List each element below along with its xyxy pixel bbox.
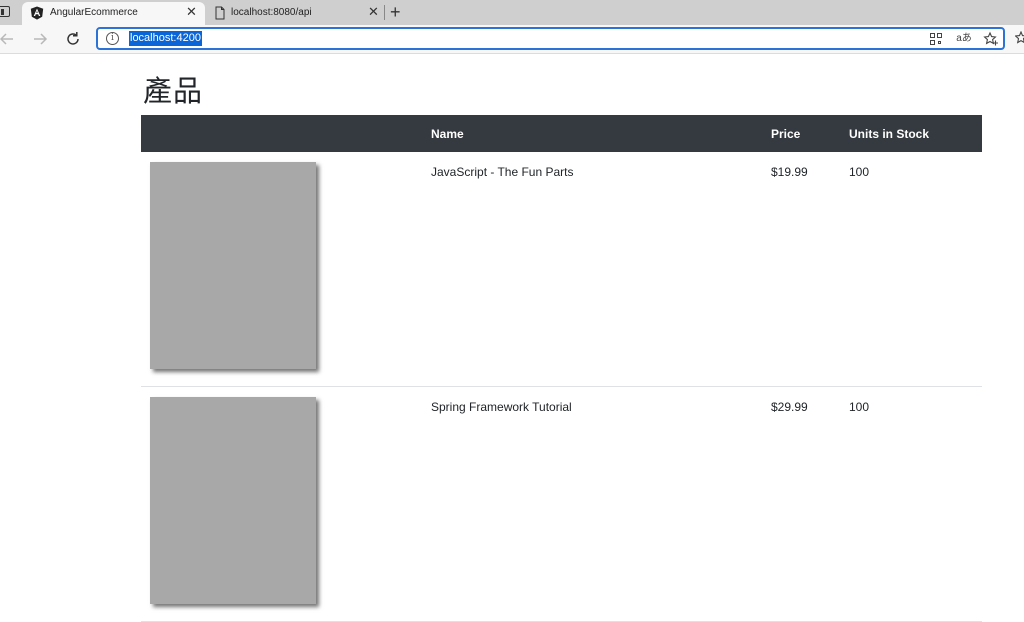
table-header: Name Price Units in Stock bbox=[141, 115, 982, 152]
qr-code-icon[interactable] bbox=[928, 31, 944, 47]
tab-angular-ecommerce[interactable]: AngularEcommerce ✕ bbox=[22, 2, 205, 25]
column-header-stock: Units in Stock bbox=[849, 127, 930, 141]
back-arrow-icon[interactable] bbox=[0, 29, 17, 49]
window-menu-icon[interactable] bbox=[0, 4, 16, 20]
tab-title: AngularEcommerce bbox=[50, 7, 138, 18]
angular-logo-icon bbox=[30, 6, 44, 20]
read-aloud-icon[interactable]: aあ bbox=[956, 31, 972, 47]
forward-arrow-icon[interactable] bbox=[30, 29, 50, 49]
reload-icon[interactable] bbox=[63, 29, 83, 49]
product-image bbox=[150, 397, 316, 604]
document-icon bbox=[215, 6, 225, 20]
tab-strip: AngularEcommerce ✕ localhost:8080/api ✕ … bbox=[0, 0, 1024, 25]
table-row: JavaScript - The Fun Parts $19.99 100 bbox=[141, 152, 982, 387]
tab-title: localhost:8080/api bbox=[231, 7, 312, 18]
site-info-icon[interactable]: i bbox=[106, 32, 119, 45]
column-header-name: Name bbox=[431, 127, 464, 141]
product-price: $19.99 bbox=[771, 165, 808, 179]
url-text[interactable]: localhost:4200 bbox=[129, 31, 202, 46]
favorites-icon[interactable] bbox=[1015, 31, 1024, 45]
products-table: Name Price Units in Stock JavaScript - T… bbox=[141, 115, 982, 622]
page-title: 產品 bbox=[143, 74, 204, 108]
product-name: JavaScript - The Fun Parts bbox=[431, 165, 574, 179]
product-name: Spring Framework Tutorial bbox=[431, 400, 572, 414]
tab-localhost-api[interactable]: localhost:8080/api ✕ bbox=[207, 2, 383, 25]
tab-divider bbox=[384, 5, 385, 20]
favorites-star-icon[interactable] bbox=[983, 31, 999, 47]
new-tab-button[interactable]: + bbox=[390, 1, 401, 23]
product-price: $29.99 bbox=[771, 400, 808, 414]
table-row: Spring Framework Tutorial $29.99 100 bbox=[141, 387, 982, 622]
product-stock: 100 bbox=[849, 165, 870, 179]
browser-toolbar: i localhost:4200 aあ bbox=[0, 25, 1024, 54]
product-image bbox=[150, 162, 316, 369]
column-header-price: Price bbox=[771, 127, 801, 141]
close-tab-icon[interactable]: ✕ bbox=[186, 5, 197, 19]
close-tab-icon[interactable]: ✕ bbox=[368, 5, 379, 19]
address-bar[interactable]: i localhost:4200 aあ bbox=[96, 27, 1005, 50]
product-stock: 100 bbox=[849, 400, 870, 414]
